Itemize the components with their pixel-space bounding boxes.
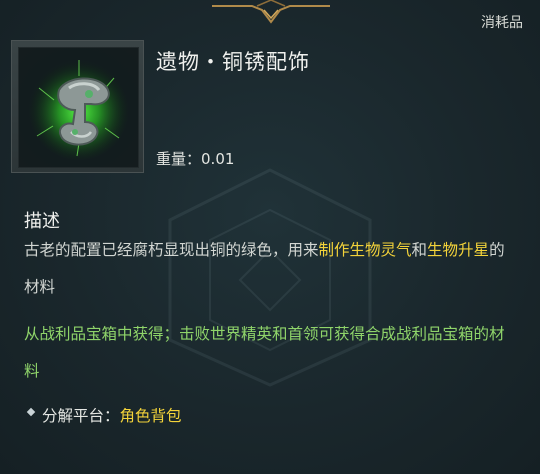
item-weight: 重量：0.01 xyxy=(156,148,234,169)
dismantle-platform: 分解平台：角色背包 xyxy=(26,404,182,426)
description-part1: 古老的配置已经腐朽显现出铜的绿色，用来 xyxy=(24,241,319,259)
weight-label: 重量： xyxy=(156,150,202,168)
item-icon-slot[interactable] xyxy=(11,40,144,173)
relic-copper-ornament-icon xyxy=(18,47,139,168)
description-text: 古老的配置已经腐朽显现出铜的绿色，用来制作生物灵气和生物升星的材料 xyxy=(24,232,514,306)
description-connector: 和 xyxy=(411,241,428,259)
diamond-bullet-icon xyxy=(26,407,36,417)
header-ornament xyxy=(212,0,330,24)
item-category: 消耗品 xyxy=(481,15,523,31)
item-name: 遗物・铜锈配饰 xyxy=(156,50,310,74)
item-source-text: 从战利品宝箱中获得；击败世界精英和首领可获得合成战利品宝箱的材料 xyxy=(24,325,505,380)
dismantle-value: 角色背包 xyxy=(119,407,182,425)
description-highlight-1: 制作生物灵气 xyxy=(318,241,412,259)
description-heading: 描述 xyxy=(24,211,60,232)
description-highlight-2: 生物升星 xyxy=(427,241,490,259)
dismantle-label: 分解平台： xyxy=(42,407,120,425)
weight-value: 0.01 xyxy=(201,150,235,168)
